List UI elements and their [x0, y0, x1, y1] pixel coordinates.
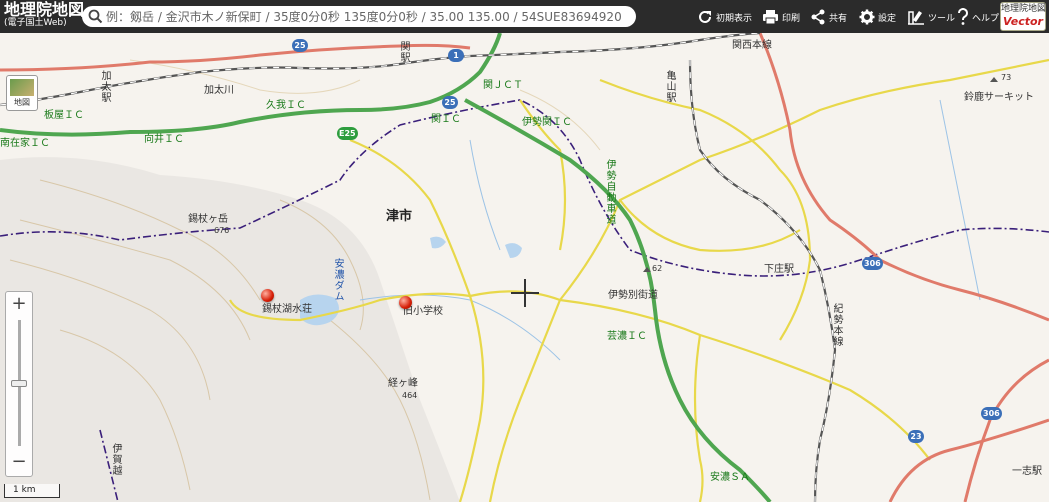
suzuka-circuit-label: 鈴鹿サーキット — [964, 92, 1034, 103]
kabuto-river-label: 加太川 — [204, 85, 234, 96]
shimonosho-station-label: 下庄駅 — [764, 264, 794, 275]
base-map-layer-button[interactable]: 地図 — [6, 75, 38, 111]
scale-label: 1 km — [13, 485, 36, 495]
route-shield-1: 1 — [448, 49, 464, 62]
vector-badge[interactable]: 地理院地図 Vector — [1000, 2, 1046, 31]
initial-view-label: 初期表示 — [716, 13, 753, 24]
logo-sub: (電子国土Web) — [4, 18, 67, 28]
route-shield-306: 306 — [862, 257, 883, 270]
help-button[interactable]: ヘルプ — [957, 6, 999, 28]
expressway-shield-e25: E25 — [337, 127, 358, 140]
route-shield-25: 25 — [292, 39, 308, 52]
refresh-icon — [699, 10, 711, 23]
kansai-line-label: 関西本線 — [732, 40, 772, 51]
vector-badge-bottom: Vector — [1003, 15, 1043, 28]
gear-icon — [859, 9, 875, 25]
vector-badge-top: 地理院地図 — [1001, 4, 1047, 14]
layer-button-label: 地図 — [14, 98, 30, 107]
map-canvas[interactable]: 津市 加太駅 関駅 亀山駅 関西本線 加太川 鈴鹿サーキット 73 板屋ＩＣ 久… — [0, 33, 1049, 502]
kameyama-station-label: 亀山駅 — [664, 70, 675, 103]
nishikijo-label: 錫杖ヶ岳 — [188, 214, 228, 225]
print-label: 印刷 — [782, 13, 801, 24]
tools-icon — [908, 11, 924, 25]
ise-road-label: 伊勢自動車道 — [604, 159, 615, 225]
suzuka-elev-label: 73 — [1001, 73, 1012, 82]
share-button[interactable]: 共有 — [810, 6, 847, 28]
tsuzumigatake-elev-label: 464 — [402, 391, 418, 400]
poi-marker-lake-lodge[interactable] — [261, 289, 274, 302]
search-icon[interactable] — [88, 9, 103, 28]
zoom-out-button[interactable]: − — [6, 452, 32, 472]
tsuzumigatake-label: 経ヶ峰 — [388, 378, 418, 389]
geino-ic-label: 芸濃ＩＣ — [607, 331, 647, 342]
share-label: 共有 — [829, 13, 848, 24]
minami-zaike-ic-label: 南在家ＩＣ — [0, 138, 50, 149]
seki-station-label: 関駅 — [398, 41, 409, 63]
scale-bar: 1 km — [4, 484, 60, 498]
nishikijo-elev-label: 676 — [214, 226, 230, 235]
seki-ic-label: 関ＩＣ — [431, 114, 461, 125]
logo-main: 地理院地図 — [4, 0, 85, 19]
app-logo[interactable]: 地理院地図 (電子国土Web) — [4, 2, 84, 28]
itaya-ic-label: 板屋ＩＣ — [44, 110, 84, 121]
route-shield-306b: 306 — [981, 407, 1002, 420]
share-icon — [811, 9, 825, 25]
zoom-slider-thumb[interactable] — [11, 380, 27, 387]
lake-lodge-label: 錫杖湖水荘 — [262, 304, 312, 315]
mukai-ic-label: 向井ＩＣ — [144, 134, 184, 145]
initial-view-button[interactable]: 初期表示 — [697, 6, 752, 28]
search-bar[interactable] — [82, 6, 636, 27]
map-thumbnail-icon — [10, 79, 34, 96]
iga-pass-label: 伊賀越 — [110, 443, 121, 476]
ichishi-station-label: 一志駅 — [1012, 466, 1042, 477]
route-shield-25b: 25 — [442, 96, 458, 109]
zoom-in-button[interactable]: + — [6, 294, 32, 314]
route-shield-23: 23 — [908, 430, 924, 443]
zoom-control: + − — [5, 291, 33, 477]
search-input[interactable] — [106, 8, 626, 25]
toolbar: 地理院地図 (電子国土Web) 初期表示 印刷 共有 設定 ツール ヘルプ 地理… — [0, 0, 1049, 33]
anou-dam-label: 安濃ダム — [332, 258, 343, 302]
ise-betsukaido-label: 伊勢別街道 — [608, 290, 658, 301]
kisei-line-label: 紀勢本線 — [831, 303, 842, 347]
help-icon — [958, 8, 968, 25]
map-base — [0, 33, 1049, 502]
tools-label: ツール — [928, 13, 956, 24]
printer-icon — [763, 10, 778, 25]
settings-label: 設定 — [878, 13, 897, 24]
print-button[interactable]: 印刷 — [762, 6, 800, 28]
seki-jct-label: 関ＪＣＴ — [483, 80, 523, 91]
tools-button[interactable]: ツール — [907, 6, 955, 28]
poi-marker-old-school[interactable] — [399, 296, 412, 309]
kabuto-station-label: 加太駅 — [99, 70, 110, 103]
anou-sa-label: 安濃ＳＡ — [710, 472, 750, 483]
city-label: 津市 — [386, 209, 413, 224]
center-crosshair — [511, 279, 539, 307]
ise-seki-ic-label: 伊勢関ＩＣ — [522, 117, 572, 128]
settings-button[interactable]: 設定 — [859, 6, 896, 28]
help-label: ヘルプ — [972, 13, 1000, 24]
kubo-ic-label: 久我ＩＣ — [266, 100, 306, 111]
old-school-label: 旧小学校 — [403, 306, 443, 317]
elev-62-label: 62 — [652, 264, 663, 273]
